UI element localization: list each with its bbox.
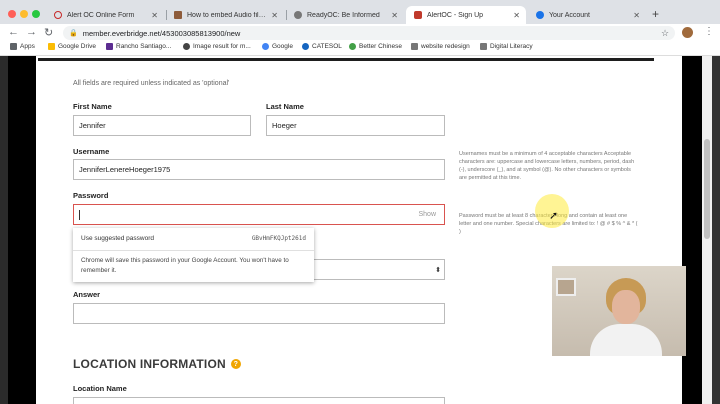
password-input[interactable]: Show [73,204,445,225]
answer-input[interactable] [73,303,445,324]
bookmark-better-chinese[interactable]: Better Chinese [349,43,402,50]
text-cursor [79,209,80,220]
location-section-title: LOCATION INFORMATION ? [73,357,241,371]
username-value: JenniferLenereHoeger1975 [79,165,171,174]
suggested-password-value: GBvHmFKQJpt261d [251,235,306,242]
bookmark-catesol[interactable]: CATESOL [302,43,342,50]
first-name-input[interactable]: Jennifer [73,115,251,136]
bookmark-label: CATESOL [312,43,342,50]
password-label: Password [73,191,109,200]
first-name-label: First Name [73,102,112,111]
address-bar[interactable]: 🔒 member.everbridge.net/453003085813900/… [63,26,675,40]
webcam-overlay [552,266,686,356]
first-name-value: Jennifer [79,121,106,130]
minimize-window-icon[interactable] [20,10,28,18]
reload-icon[interactable]: ↻ [44,26,53,39]
last-name-input[interactable]: Hoeger [266,115,445,136]
browser-tab[interactable]: ReadyOC: Be Informed ✕ [286,6,404,24]
browser-tab[interactable]: How to embed Audio files in C... ✕ [166,6,284,24]
bookmark-label: Google Drive [58,43,96,50]
apps-grid-icon [10,43,17,50]
help-question-icon[interactable]: ? [230,359,241,369]
alertoc-favicon-icon [414,11,422,19]
close-tab-icon[interactable]: ✕ [391,11,398,20]
bookmark-label: Better Chinese [359,43,402,50]
bookmark-label: Rancho Santiago... [116,43,172,50]
back-arrow-icon[interactable]: ← [8,26,19,38]
location-name-input[interactable] [73,397,445,404]
close-tab-icon[interactable]: ✕ [271,11,278,20]
bookmark-star-icon[interactable]: ☆ [661,28,669,39]
bookmark-label: website redesign [421,43,470,50]
close-tab-icon[interactable]: ✕ [633,11,640,20]
profile-avatar[interactable] [682,27,693,38]
last-name-value: Hoeger [272,121,297,130]
new-tab-button[interactable]: + [652,7,659,21]
bookmark-image-result[interactable]: Image result for m... [183,43,251,50]
background-window-left [0,56,8,404]
catesol-icon [302,43,309,50]
folder-icon [411,43,418,50]
rancho-santiago-icon [106,43,113,50]
suggestion-description: Chrome will save this password in your G… [81,257,289,274]
scrollbar-thumb[interactable] [704,139,710,239]
bookmark-label: Image result for m... [193,43,251,50]
wall-picture [556,278,576,296]
browser-tab-active[interactable]: AlertOC - Sign Up ✕ [406,6,526,24]
select-arrow-icon: ⬍ [435,266,441,274]
site-favicon-icon [174,11,182,19]
close-window-icon[interactable] [8,10,16,18]
readyoc-favicon-icon [294,11,302,19]
google-drive-icon [48,43,55,50]
alert-oc-favicon-icon [54,11,62,19]
bookmark-label: Digital Literacy [490,43,533,50]
bookmarks-bar: Apps Google Drive Rancho Santiago... Ima… [0,42,720,56]
lock-icon: 🔒 [69,30,78,37]
answer-label: Answer [73,290,101,299]
browser-tab[interactable]: Alert OC Online Form ✕ [46,6,164,24]
use-suggested-password-option[interactable]: Use suggested password [81,235,154,242]
tab-title: How to embed Audio files in C... [187,11,267,19]
better-chinese-icon [349,43,356,50]
close-tab-icon[interactable]: ✕ [513,11,520,20]
forward-arrow-icon[interactable]: → [26,26,37,38]
close-tab-icon[interactable]: ✕ [151,11,158,20]
tab-title: AlertOC - Sign Up [427,11,484,19]
globe-icon [183,43,190,50]
mouse-pointer-icon: ➚ [549,210,559,222]
bookmark-google-drive[interactable]: Google Drive [48,43,96,50]
location-section-label: LOCATION INFORMATION [73,357,226,371]
last-name-label: Last Name [266,102,304,111]
account-favicon-icon [536,11,544,19]
bookmark-digital-literacy[interactable]: Digital Literacy [480,43,533,50]
bookmark-rancho-santiago[interactable]: Rancho Santiago... [106,43,171,50]
username-hint: Usernames must be a minimum of 4 accepta… [459,151,635,181]
browser-tab[interactable]: Your Account ✕ [528,6,646,24]
password-suggestion-popup[interactable]: Use suggested password GBvHmFKQJpt261d C… [73,228,314,282]
tab-title: Alert OC Online Form [67,11,135,19]
header-divider [38,58,654,61]
browser-menu-icon[interactable]: ⋮ [704,26,714,37]
username-input[interactable]: JenniferLenereHoeger1975 [73,159,445,180]
username-label: Username [73,147,110,156]
show-password-button[interactable]: Show [418,211,436,218]
required-note: All fields are required unless indicated… [73,80,230,87]
bookmark-google[interactable]: Google [262,43,293,50]
location-name-label: Location Name [73,384,127,393]
url-text: member.everbridge.net/453003085813900/ne… [82,28,241,38]
maximize-window-icon[interactable] [32,10,40,18]
google-icon [262,43,269,50]
browser-toolbar: ← → ↻ 🔒 member.everbridge.net/4530030858… [0,24,720,42]
tab-title: Your Account [549,11,590,19]
bookmark-label: Apps [20,43,35,50]
bookmark-label: Google [272,43,293,50]
browser-tab-bar: Alert OC Online Form ✕ How to embed Audi… [0,0,720,24]
bookmark-apps[interactable]: Apps [10,43,35,50]
popup-divider [73,250,314,251]
bookmark-website-redesign[interactable]: website redesign [411,43,470,50]
folder-icon [480,43,487,50]
presenter-face [612,290,640,324]
background-window-right [712,56,720,404]
tab-title: ReadyOC: Be Informed [307,11,380,19]
